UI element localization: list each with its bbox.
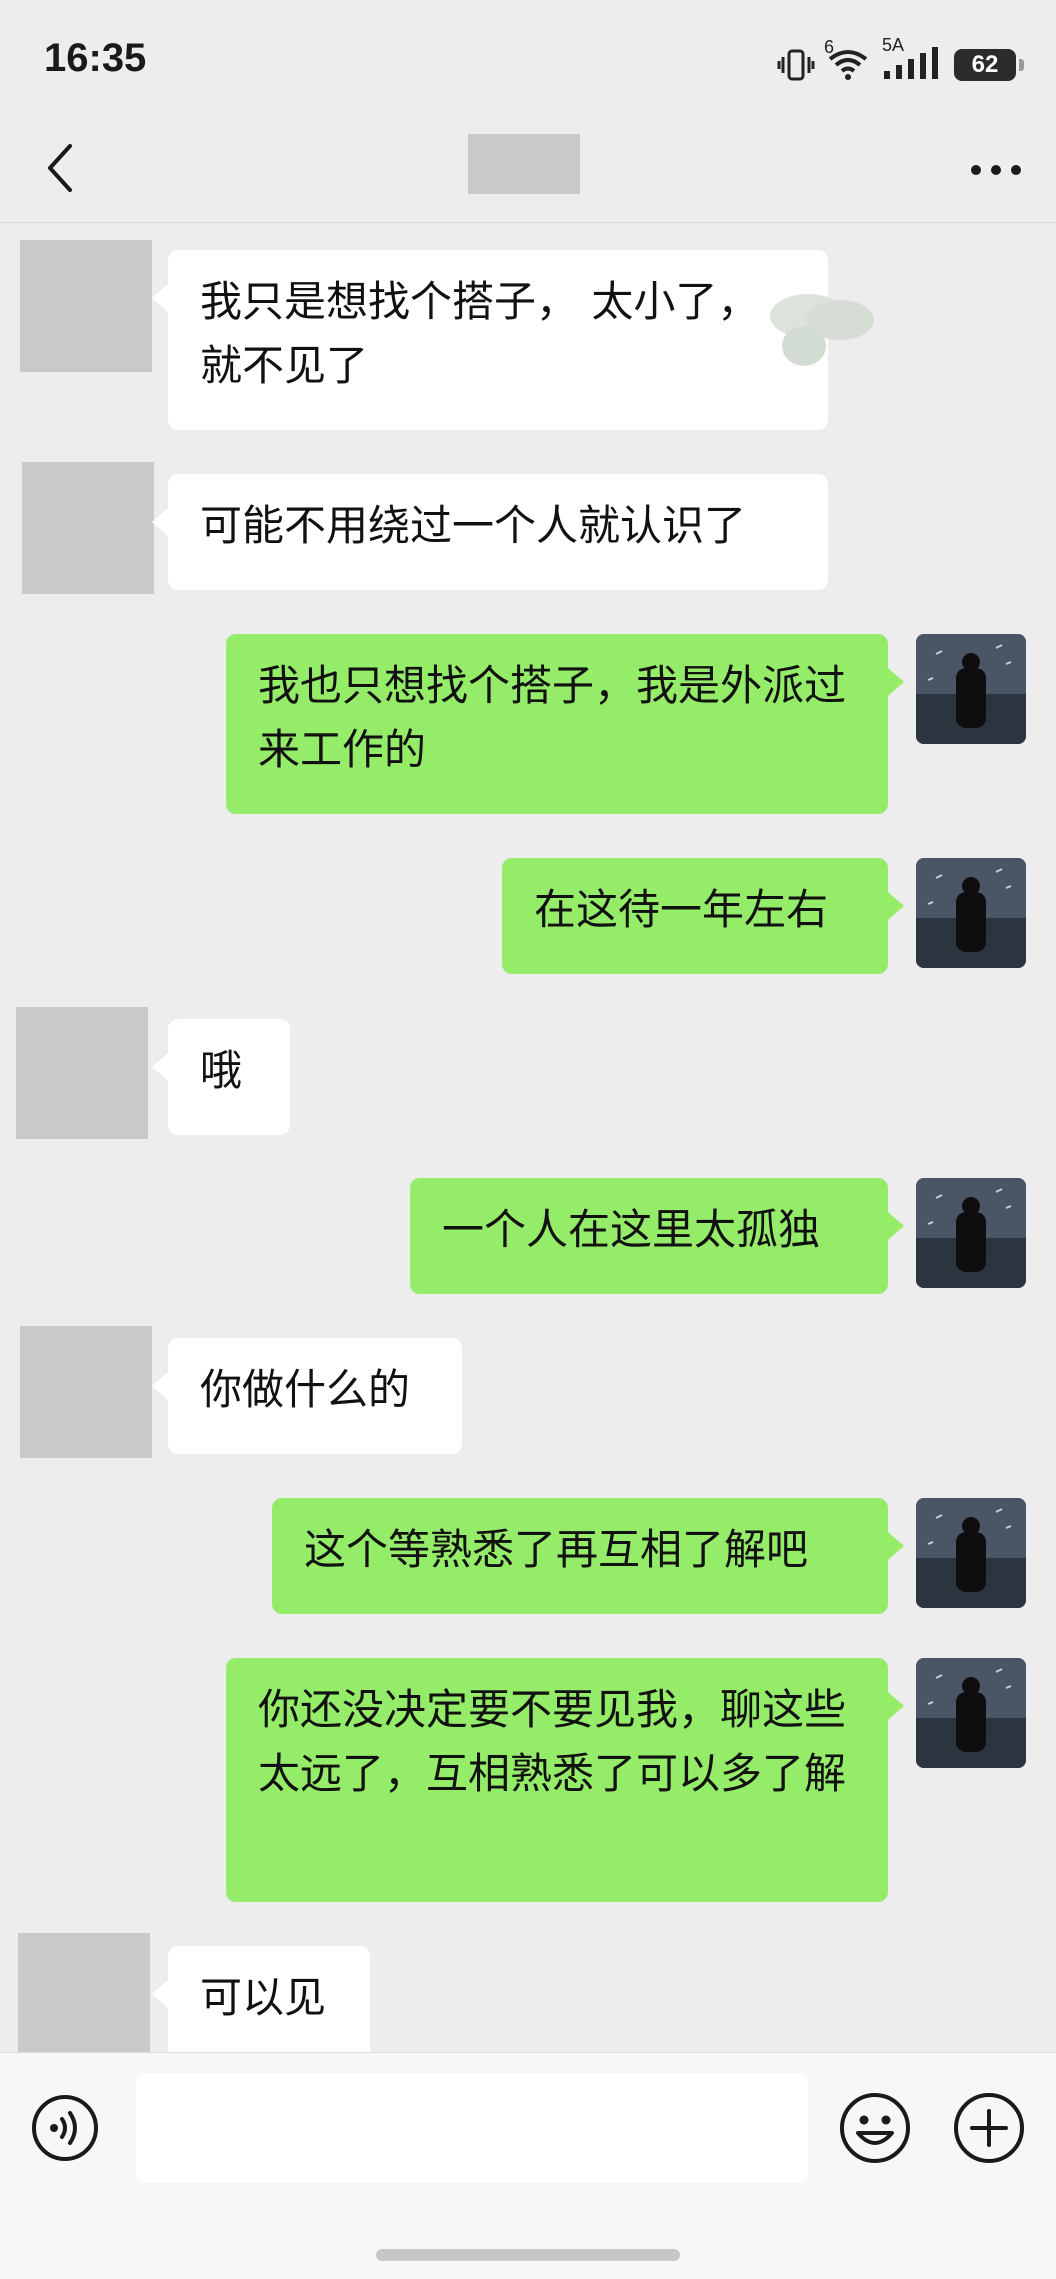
message-bubble-outgoing[interactable]: 一个人在这里太孤独 — [410, 1178, 904, 1294]
chat-message-list[interactable]: 我只是想找个搭子， 太小了，就不见了 可能不用绕过一个人就认识了 我也只想找个搭… — [0, 223, 1056, 2053]
message-bubble-incoming[interactable]: 可以见 — [152, 1946, 370, 2053]
user-avatar[interactable] — [916, 1498, 1026, 1608]
message-bubble-outgoing[interactable]: 我也只想找个搭子，我是外派过来工作的 — [226, 634, 904, 814]
message-text: 我也只想找个搭子，我是外派过来工作的 — [258, 661, 847, 774]
battery-icon: 62 — [954, 49, 1024, 81]
message-bubble-incoming[interactable]: 我只是想找个搭子， 太小了，就不见了 — [152, 250, 874, 430]
message-bubble-outgoing[interactable]: 这个等熟悉了再互相了解吧 — [272, 1498, 904, 1614]
network-label: 5A — [882, 35, 905, 55]
message-text: 在这待一年左右 — [534, 885, 829, 934]
message-text: 你还没决定要不要见我，聊这些太远了，互相熟悉了可以多了解 — [258, 1685, 847, 1798]
user-avatar[interactable] — [916, 1658, 1026, 1768]
wifi-icon: 6 — [824, 37, 870, 87]
message-bubble-outgoing[interactable]: 在这待一年左右 — [502, 858, 904, 974]
user-avatar-image — [916, 1498, 1026, 1608]
home-indicator[interactable] — [376, 2249, 680, 2261]
contact-avatar[interactable] — [16, 1007, 148, 1139]
contact-avatar[interactable] — [20, 1326, 152, 1458]
message-bubble-incoming[interactable]: 你做什么的 — [152, 1338, 462, 1454]
chat-title-redacted — [468, 134, 580, 194]
wifi-label: 6 — [824, 37, 835, 57]
contact-avatar[interactable] — [22, 462, 154, 594]
back-button[interactable] — [36, 138, 86, 198]
status-time: 16:35 — [44, 36, 147, 80]
user-avatar-image — [916, 1178, 1026, 1288]
redacted-blur — [770, 294, 874, 366]
emoji-icon[interactable] — [838, 2091, 912, 2165]
nav-bar — [0, 120, 1056, 223]
user-avatar[interactable] — [916, 634, 1026, 744]
contact-avatar[interactable] — [20, 240, 152, 372]
user-avatar[interactable] — [916, 1178, 1026, 1288]
vibrate-icon — [777, 49, 815, 81]
message-text: 可以见 — [200, 1973, 327, 2022]
message-bubble-incoming[interactable]: 哦 — [152, 1019, 290, 1135]
message-input[interactable] — [136, 2073, 808, 2183]
message-text: 可能不用绕过一个人就认识了 — [200, 501, 747, 550]
contact-avatar[interactable] — [18, 1933, 150, 2053]
message-text: 你做什么的 — [200, 1365, 411, 1414]
status-icons: 6 5A 62 — [776, 35, 1024, 90]
message-bubble-outgoing[interactable]: 你还没决定要不要见我，聊这些太远了，互相熟悉了可以多了解 — [226, 1658, 904, 1902]
message-bubble-incoming[interactable]: 可能不用绕过一个人就认识了 — [152, 474, 828, 590]
user-avatar-image — [916, 858, 1026, 968]
message-text: 一个人在这里太孤独 — [442, 1205, 821, 1254]
plus-icon[interactable] — [952, 2091, 1026, 2165]
user-avatar[interactable] — [916, 858, 1026, 968]
more-options-button[interactable] — [968, 150, 1024, 190]
message-text: 哦 — [200, 1046, 243, 1095]
input-bar — [0, 2052, 1056, 2279]
user-avatar-image — [916, 1658, 1026, 1768]
status-bar: 16:35 6 5A 62 — [0, 0, 1056, 120]
signal-icon: 5A — [880, 35, 944, 87]
message-text: 这个等熟悉了再互相了解吧 — [304, 1525, 809, 1574]
voice-icon[interactable] — [30, 2093, 100, 2163]
user-avatar-image — [916, 634, 1026, 744]
message-text: 我只是想找个搭子， 太小了，就不见了 — [200, 277, 760, 390]
